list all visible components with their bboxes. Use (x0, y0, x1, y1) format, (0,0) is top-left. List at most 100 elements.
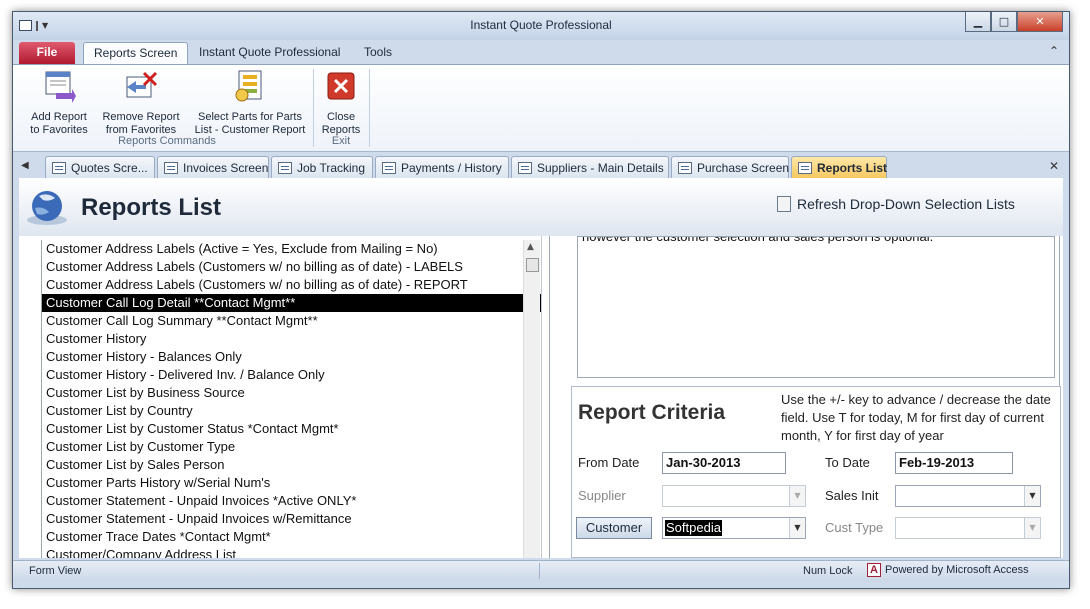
list-item[interactable]: Customer Parts History w/Serial Num's (42, 474, 541, 492)
ribbon-minimize-icon[interactable]: ⌃ (1049, 44, 1059, 58)
minimize-button[interactable]: ▁ (965, 12, 991, 32)
divider (541, 236, 542, 558)
list-item[interactable]: Customer Address Labels (Customers w/ no… (42, 258, 541, 276)
select-parts-button[interactable]: Select Parts for Parts List - Customer R… (189, 69, 311, 137)
status-bar: Form View Num Lock A Powered by Microsof… (13, 560, 1069, 582)
from-date-label: From Date (578, 455, 640, 470)
tab-file[interactable]: File (19, 42, 75, 64)
scroll-tabs-left-icon[interactable]: ◀ (21, 160, 29, 171)
window-controls: ▁ □ ✕ (965, 12, 1063, 32)
close-reports-icon (327, 72, 355, 100)
list-item[interactable]: Customer Address Labels (Active = Yes, E… (42, 240, 541, 258)
ribbon: Add Report to Favorites Remove Report fr… (13, 64, 1069, 152)
doctab-invoices[interactable]: Invoices Screen (157, 156, 269, 178)
group-label-exit: Exit (331, 135, 351, 147)
list-item[interactable]: Customer Trace Dates *Contact Mgmt* (42, 528, 541, 546)
list-item[interactable]: Customer History - Delivered Inv. / Bala… (42, 366, 541, 384)
list-item[interactable]: Customer History - Balances Only (42, 348, 541, 366)
form-body: Customer Address Labels (Active = Yes, E… (19, 236, 1063, 558)
from-date-field[interactable]: Jan-30-2013 (662, 452, 786, 474)
app-window: ▼ Instant Quote Professional ▁ □ ✕ File … (12, 11, 1070, 589)
list-item[interactable]: Customer List by Sales Person (42, 456, 541, 474)
form-icon (382, 161, 396, 174)
sales-init-label: Sales Init (825, 488, 879, 503)
list-item[interactable]: Customer List by Customer Type (42, 438, 541, 456)
list-item[interactable]: Customer Call Log Detail **Contact Mgmt*… (42, 294, 541, 312)
to-date-field[interactable]: Feb-19-2013 (895, 452, 1013, 474)
doctab-label: Quotes Scre... (71, 160, 148, 175)
sales-init-select[interactable]: ▼ (895, 485, 1041, 507)
chevron-down-icon[interactable]: ▼ (1024, 518, 1040, 538)
form-icon (678, 161, 692, 174)
group-separator (313, 69, 314, 147)
add-report-to-favorites-button[interactable]: Add Report to Favorites (23, 69, 95, 137)
chevron-down-icon[interactable]: ▼ (1024, 486, 1040, 506)
doctab-label: Purchase Screen (697, 160, 790, 175)
list-item[interactable]: Customer Statement - Unpaid Invoices *Ac… (42, 492, 541, 510)
list-item[interactable]: Customer Call Log Summary **Contact Mgmt… (42, 312, 541, 330)
form-icon (164, 161, 178, 174)
doctab-label: Job Tracking (297, 160, 366, 175)
refresh-dropdown-lists-button[interactable]: Refresh Drop-Down Selection Lists (777, 196, 1015, 212)
doctab-label: Reports List (817, 160, 888, 175)
doctab-payments-history[interactable]: Payments / History (375, 156, 509, 178)
tab-instant-quote-professional[interactable]: Instant Quote Professional (189, 42, 350, 64)
scroll-thumb[interactable] (526, 258, 539, 272)
reports-listbox[interactable]: Customer Address Labels (Active = Yes, E… (41, 240, 541, 558)
report-description-text: however the customer selection and sales… (582, 236, 949, 244)
doctab-job-tracking[interactable]: Job Tracking (271, 156, 373, 178)
list-scrollbar[interactable]: ▲ (523, 240, 540, 558)
list-item[interactable]: Customer List by Business Source (42, 384, 541, 402)
add-report-icon (45, 71, 76, 103)
form-icon (278, 161, 292, 174)
list-item[interactable]: Customer List by Country (42, 402, 541, 420)
list-item[interactable]: Customer/Company Address List (42, 546, 541, 558)
select-parts-icon (235, 70, 262, 102)
report-description-box: however the customer selection and sales… (577, 236, 1055, 378)
form-header: Reports List Refresh Drop-Down Selection… (19, 178, 1063, 236)
reports-globe-icon (27, 191, 67, 225)
remove-report-icon (126, 71, 158, 98)
list-item[interactable]: Customer List by Customer Status *Contac… (42, 420, 541, 438)
scroll-up-icon[interactable]: ▲ (527, 242, 534, 252)
criteria-help-text: Use the +/- key to advance / decrease th… (781, 392, 1051, 443)
cust-type-label: Cust Type (825, 520, 884, 535)
list-item[interactable]: Customer History (42, 330, 541, 348)
powered-by-text: Powered by Microsoft Access (885, 564, 1029, 576)
powered-by: A Powered by Microsoft Access (867, 563, 1029, 577)
list-item[interactable]: Customer Statement - Unpaid Invoices w/R… (42, 510, 541, 528)
supplier-select[interactable]: ▼ (662, 485, 806, 507)
doctab-label: Suppliers - Main Details (537, 160, 664, 175)
close-document-icon[interactable]: ✕ (1049, 159, 1059, 173)
divider (549, 236, 550, 558)
doctab-suppliers[interactable]: Suppliers - Main Details (511, 156, 669, 178)
window-title: Instant Quote Professional (470, 18, 612, 32)
customer-button[interactable]: Customer (576, 517, 652, 539)
chevron-down-icon[interactable]: ▼ (789, 486, 805, 506)
doctab-quotes[interactable]: Quotes Scre... (45, 156, 155, 178)
maximize-button[interactable]: □ (991, 12, 1017, 32)
view-status: Form View (29, 565, 82, 577)
remove-report-label-1: Remove Report (102, 111, 180, 123)
ribbon-tabs: File Reports Screen Instant Quote Profes… (13, 40, 1069, 64)
tab-tools[interactable]: Tools (354, 42, 402, 64)
refresh-icon (777, 196, 791, 212)
close-reports-button[interactable]: Close Reports (317, 69, 365, 137)
cust-type-select[interactable]: ▼ (895, 517, 1041, 539)
list-item[interactable]: Customer Address Labels (Customers w/ no… (42, 276, 541, 294)
customer-select[interactable]: Softpedia ▼ (662, 517, 806, 539)
criteria-title: Report Criteria (578, 401, 726, 424)
divider (539, 563, 540, 579)
title-bar: ▼ Instant Quote Professional ▁ □ ✕ (13, 12, 1069, 40)
group-separator (369, 69, 370, 147)
supplier-label: Supplier (578, 488, 626, 503)
doctab-purchase[interactable]: Purchase Screen (671, 156, 789, 178)
form-icon (798, 161, 812, 174)
report-criteria-panel: Report Criteria Use the +/- key to advan… (571, 386, 1061, 558)
form-icon (518, 161, 532, 174)
chevron-down-icon[interactable]: ▼ (789, 518, 805, 538)
tab-reports-screen[interactable]: Reports Screen (83, 42, 189, 64)
doctab-reports-list[interactable]: Reports List (791, 156, 887, 178)
remove-report-from-favorites-button[interactable]: Remove Report from Favorites (97, 69, 185, 137)
close-window-button[interactable]: ✕ (1017, 12, 1063, 32)
